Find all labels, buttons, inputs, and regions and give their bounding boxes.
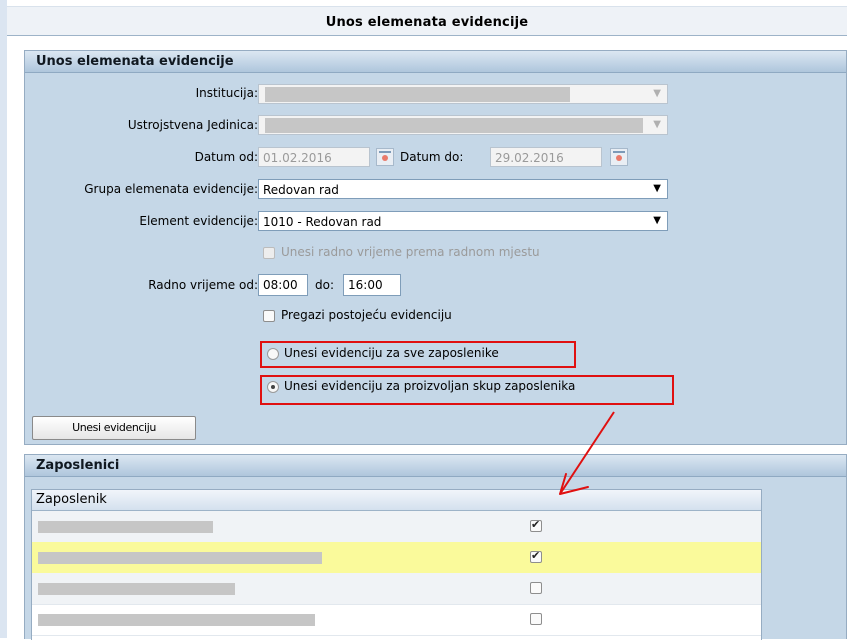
table-row[interactable] bbox=[32, 511, 761, 543]
table-row[interactable] bbox=[32, 573, 761, 605]
column-header-label: Zaposlenik bbox=[36, 492, 107, 507]
radno-do-label: do: bbox=[315, 278, 335, 292]
datum-do-label: Datum do: bbox=[400, 150, 464, 164]
submit-button[interactable]: Unesi evidenciju bbox=[32, 416, 196, 440]
datum-do-input[interactable]: 29.02.2016 bbox=[490, 147, 602, 167]
redacted-value bbox=[265, 118, 643, 133]
employees-panel-header: Zaposlenici bbox=[25, 455, 846, 477]
table-row[interactable] bbox=[32, 604, 761, 636]
employees-table: Zaposlenik bbox=[31, 489, 762, 640]
employees-panel: Zaposlenici Zaposlenik bbox=[24, 454, 847, 640]
form-panel-header: Unos elemenata evidencije bbox=[25, 51, 846, 73]
employees-column-header: Zaposlenik bbox=[32, 490, 761, 511]
ustrojstvena-select[interactable]: ▼ bbox=[258, 115, 668, 135]
employee-checkbox[interactable] bbox=[530, 613, 542, 625]
radio-all-employees[interactable] bbox=[267, 348, 279, 360]
radno-mjesto-label: Unesi radno vrijeme prema radnom mjestu bbox=[281, 245, 540, 259]
radio-custom-label: Unesi evidenciju za proizvoljan skup zap… bbox=[284, 379, 576, 393]
redacted-employee-name bbox=[38, 552, 322, 564]
chevron-down-icon: ▼ bbox=[653, 119, 661, 130]
chevron-down-icon: ▼ bbox=[653, 215, 661, 226]
form-panel-title: Unos elemenata evidencije bbox=[36, 54, 234, 69]
datum-od-input[interactable]: 01.02.2016 bbox=[258, 147, 370, 167]
radno-do-input[interactable]: 16:00 bbox=[343, 274, 401, 296]
pregazi-label: Pregazi postojeću evidenciju bbox=[281, 308, 452, 322]
table-row[interactable] bbox=[32, 542, 761, 574]
calendar-icon[interactable] bbox=[376, 148, 394, 166]
employees-panel-title: Zaposlenici bbox=[36, 458, 120, 473]
datum-od-label: Datum od: bbox=[194, 150, 258, 164]
radno-od-label: Radno vrijeme od: bbox=[148, 278, 258, 292]
radno-od-input[interactable]: 08:00 bbox=[258, 274, 308, 296]
radio-all-label: Unesi evidenciju za sve zaposlenike bbox=[284, 346, 499, 360]
redacted-employee-name bbox=[38, 583, 235, 595]
redacted-employee-name bbox=[38, 521, 213, 533]
employee-checkbox[interactable] bbox=[530, 582, 542, 594]
chevron-down-icon: ▼ bbox=[653, 88, 661, 99]
ustrojstvena-label: Ustrojstvena Jedinica: bbox=[127, 118, 258, 132]
entry-form-panel: Unos elemenata evidencije Institucija: ▼… bbox=[24, 50, 847, 445]
left-edge bbox=[0, 0, 7, 638]
chevron-down-icon: ▼ bbox=[653, 183, 661, 194]
grupa-select[interactable]: Redovan rad ▼ bbox=[258, 179, 668, 199]
radno-mjesto-checkbox[interactable] bbox=[263, 247, 275, 259]
calendar-icon[interactable] bbox=[610, 148, 628, 166]
employee-checkbox[interactable] bbox=[530, 549, 542, 563]
employee-checkbox[interactable] bbox=[530, 518, 542, 532]
grupa-label: Grupa elemenata evidencije: bbox=[84, 182, 258, 196]
institucija-label: Institucija: bbox=[195, 86, 258, 100]
page-title: Unos elemenata evidencije bbox=[325, 15, 529, 30]
element-label: Element evidencije: bbox=[139, 214, 258, 228]
page-title-bar: Unos elemenata evidencije bbox=[7, 6, 847, 36]
redacted-value bbox=[265, 87, 570, 102]
institucija-select[interactable]: ▼ bbox=[258, 84, 668, 104]
radio-custom-employees[interactable] bbox=[267, 381, 279, 393]
pregazi-checkbox[interactable] bbox=[263, 310, 275, 322]
element-select[interactable]: 1010 - Redovan rad ▼ bbox=[258, 211, 668, 231]
redacted-employee-name bbox=[38, 614, 315, 626]
